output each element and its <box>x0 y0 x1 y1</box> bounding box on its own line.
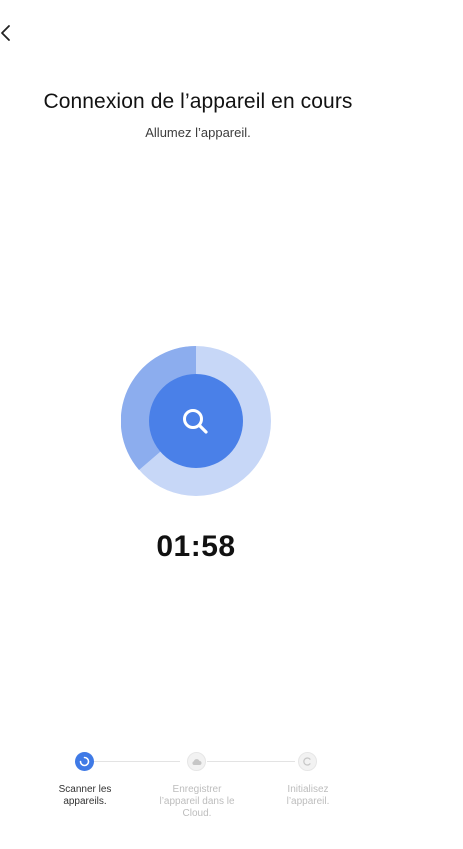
step-cloud-label: Enregistrer l’appareil dans le Cloud. <box>159 784 235 819</box>
step-scan-indicator <box>75 752 94 771</box>
back-button[interactable] <box>0 20 22 46</box>
scan-spinner-icon <box>79 756 90 767</box>
page-subtitle: Allumez l’appareil. <box>145 125 251 140</box>
scanning-animation <box>121 346 271 496</box>
scanner-inner-circle <box>149 374 243 468</box>
step-init-label: Initialisez l’appareil. <box>286 784 330 807</box>
step-connector <box>207 761 295 762</box>
chevron-left-icon <box>1 25 10 41</box>
device-connection-screen: Connexion de l’appareil en cours Allumez… <box>0 0 463 849</box>
step-cloud-indicator <box>187 752 206 771</box>
init-icon <box>303 757 311 766</box>
progress-steps: Scanner les appareils. Enregistrer l’app… <box>0 748 463 849</box>
step-connector <box>94 761 180 762</box>
step-scan-label: Scanner les appareils. <box>58 784 112 807</box>
cloud-icon <box>192 759 202 765</box>
page-title: Connexion de l’appareil en cours <box>43 90 353 113</box>
countdown-timer: 01:58 <box>156 530 236 563</box>
step-init-indicator <box>298 752 317 771</box>
